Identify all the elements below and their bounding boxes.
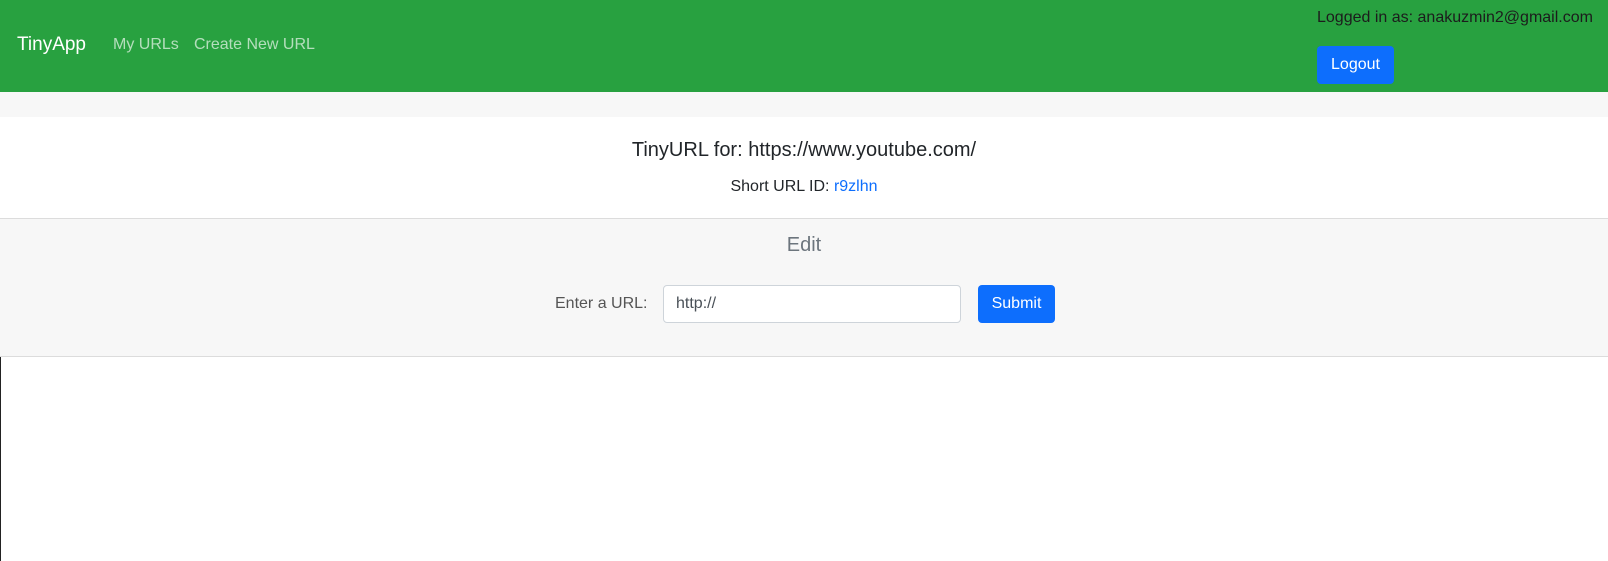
nav-my-urls-link[interactable]: My URLs xyxy=(113,36,179,54)
url-input-label: Enter a URL: xyxy=(555,295,648,312)
url-card-body: TinyURL for: https://www.youtube.com/ Sh… xyxy=(0,117,1608,219)
short-url-line: Short URL ID: r9zlhn xyxy=(0,178,1608,196)
url-card: TinyURL for: https://www.youtube.com/ Sh… xyxy=(0,117,1608,357)
logged-in-status: Logged in as: anakuzmin2@gmail.com xyxy=(1317,9,1593,26)
submit-button[interactable]: Submit xyxy=(978,285,1055,323)
card-header-strip xyxy=(0,92,1608,118)
brand-link[interactable]: TinyApp xyxy=(17,34,86,56)
nav-create-url-link[interactable]: Create New URL xyxy=(194,36,315,54)
url-card-title: TinyURL for: https://www.youtube.com/ xyxy=(631,139,977,161)
short-url-label: Short URL ID: xyxy=(730,178,830,195)
edit-section: Edit Enter a URL: Submit xyxy=(0,219,1608,356)
top-navbar: TinyApp My URLs Create New URL Logged in… xyxy=(0,0,1608,92)
short-url-id-link[interactable]: r9zlhn xyxy=(834,178,878,195)
logout-button[interactable]: Logout xyxy=(1317,46,1394,84)
url-input[interactable] xyxy=(663,285,961,323)
edit-heading: Edit xyxy=(786,234,822,256)
